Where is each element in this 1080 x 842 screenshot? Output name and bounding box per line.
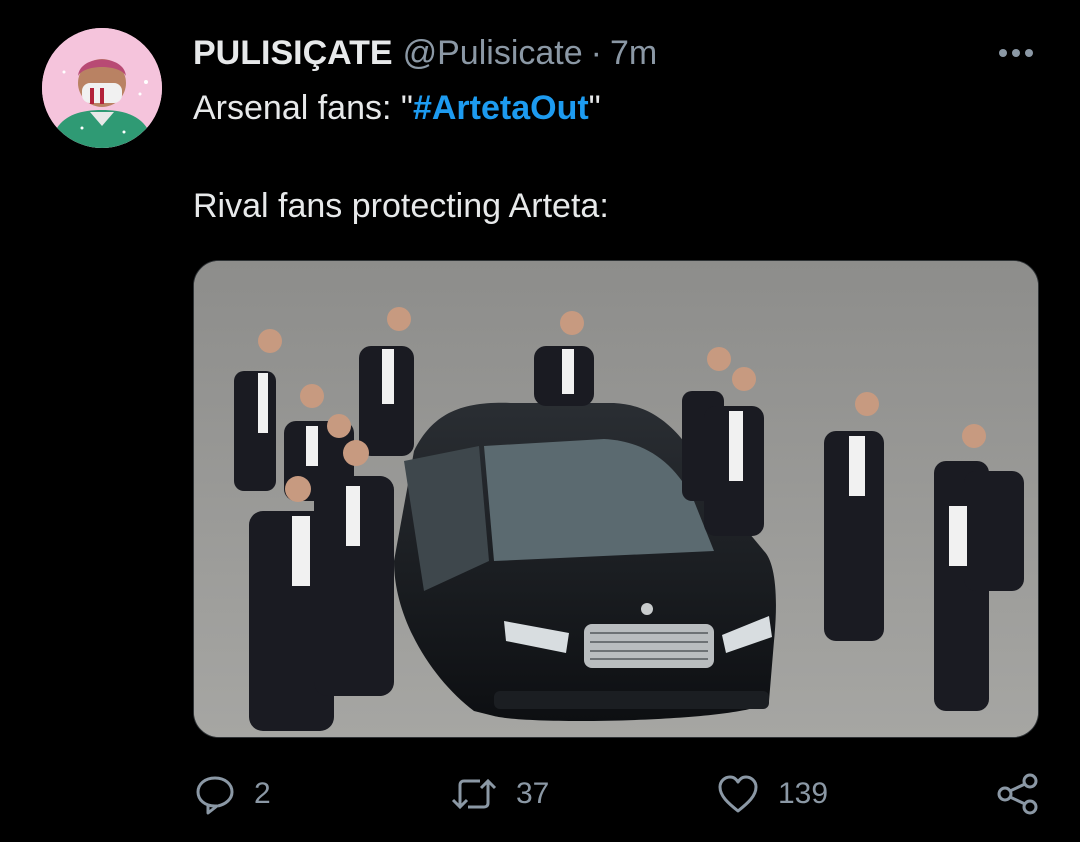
share-nodes-icon <box>997 773 1038 815</box>
share-button[interactable] <box>996 766 1040 822</box>
retweet-arrows-icon <box>451 778 497 810</box>
like-button[interactable]: 139 <box>716 766 828 822</box>
heart-icon <box>718 775 758 813</box>
avatar-image <box>42 28 162 148</box>
more-options-button[interactable] <box>996 38 1036 68</box>
separator-dot: · <box>590 34 602 72</box>
author-display-name[interactable]: PULISIÇATE <box>193 32 393 74</box>
photo-image <box>194 261 1038 737</box>
retweet-button[interactable]: 37 <box>450 766 549 822</box>
tweet-header: PULISIÇATE @Pulisicate · 7m <box>193 32 657 74</box>
tweet-text-suffix: " <box>588 89 601 127</box>
avatar[interactable] <box>42 28 162 148</box>
tweet[interactable]: PULISIÇATE @Pulisicate · 7m Arsenal fans… <box>0 0 1080 842</box>
ellipsis-icon <box>1012 49 1020 57</box>
timestamp[interactable]: 7m <box>610 32 657 74</box>
tweet-text-line-1: Arsenal fans: "#ArtetaOut" <box>193 87 601 129</box>
author-handle[interactable]: @Pulisicate <box>403 32 583 74</box>
tweet-action-bar: 2 37 139 <box>0 766 1080 822</box>
tweet-text-line-2: Rival fans protecting Arteta: <box>193 187 609 225</box>
retweet-count: 37 <box>516 777 550 810</box>
tweet-text-prefix: Arsenal fans: " <box>193 89 413 127</box>
hashtag-link[interactable]: #ArtetaOut <box>413 89 589 127</box>
reply-button[interactable]: 2 <box>194 766 271 822</box>
like-count: 139 <box>778 777 829 810</box>
ellipsis-icon <box>999 49 1007 57</box>
reply-count: 2 <box>254 777 271 810</box>
speech-bubble-icon <box>196 776 234 815</box>
ellipsis-icon <box>1025 49 1033 57</box>
tweet-media-photo[interactable] <box>193 260 1039 738</box>
